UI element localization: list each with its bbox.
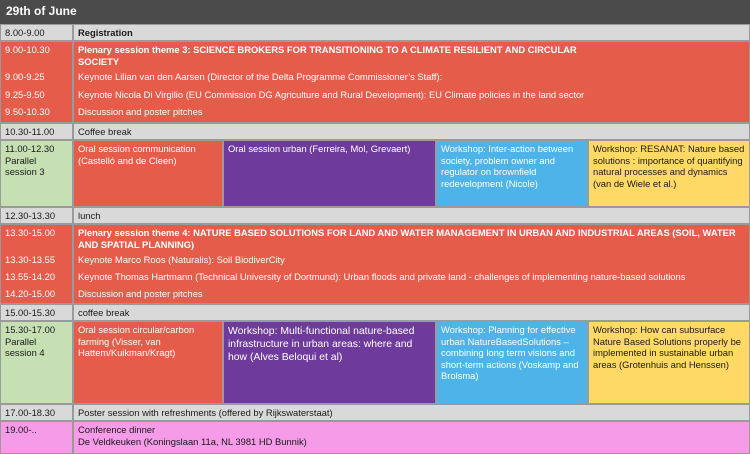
parallel3-workshop-resanat: Workshop: RESANAT: Nature based solution… [588, 140, 750, 207]
keynote2-time: 9.25-9.50 [5, 89, 45, 100]
discussion4-text: Discussion and poster pitches [78, 288, 203, 299]
parallel4-workshop-subsurface: Workshop: How can subsurface Nature Base… [588, 321, 750, 404]
keynote3-text: Keynote Marco Roos (Naturalis): Soil Bio… [78, 254, 285, 265]
keynote2-text: Keynote Nicola Di Virgilio (EU Commissio… [78, 89, 585, 100]
keynote4-time: 13.55-14.20 [5, 271, 56, 282]
poster-session-label: Poster session with refreshments (offere… [73, 404, 750, 421]
parallel4-label: Parallel session 4 [5, 335, 45, 359]
parallel4-session-carbon-farming: Oral session circular/carbon farming (Vi… [73, 321, 223, 404]
dinner-location: De Veldkeuken (Koningslaan 11a, NL 3981 … [78, 435, 307, 447]
page-title: 29th of June [0, 0, 750, 24]
coffee1-label: Coffee break [73, 123, 750, 140]
keynote3-time: 13.30-13.55 [5, 254, 56, 265]
discussion3-time: 9.50-10.30 [5, 106, 50, 117]
plenary3-title: Plenary session theme 3: SCIENCE BROKERS… [78, 44, 577, 67]
plenary4-time: 13.30-15.00 [5, 227, 56, 238]
dinner-title: Conference dinner [78, 424, 156, 435]
plenary4-block: Plenary session theme 4: NATURE BASED SO… [73, 224, 750, 304]
parallel3-time-cell: 11.00-12.30 Parallel session 3 [0, 140, 73, 207]
plenary4-time-column: 13.30-15.00 13.30-13.55 13.55-14.20 14.2… [0, 224, 73, 304]
discussion4-time: 14.20-15.00 [5, 288, 56, 299]
dinner-block: Conference dinner De Veldkeuken (Konings… [73, 421, 750, 454]
plenary4-title: Plenary session theme 4: NATURE BASED SO… [78, 227, 736, 250]
parallel4-time-cell: 15.30-17.00 Parallel session 4 [0, 321, 73, 404]
discussion3-text: Discussion and poster pitches [78, 106, 203, 117]
keynote1-time: 9.00-9.25 [5, 71, 45, 82]
keynote1-text: Keynote Lilian van den Aarsen (Director … [78, 71, 443, 82]
parallel3-workshop-brownfield: Workshop: Inter-action between society, … [436, 140, 588, 207]
time-lunch: 12.30-13.30 [0, 207, 73, 224]
time-coffee1: 10.30-11.00 [0, 123, 73, 140]
time-dinner: 19.00-.. [0, 421, 73, 454]
time-poster: 17.00-18.30 [0, 404, 73, 421]
parallel3-time: 11.00-12.30 [5, 143, 55, 154]
plenary3-time-column: 9.00-10.30 9.00-9.25 9.25-9.50 9.50-10.3… [0, 41, 73, 123]
plenary3-block: Plenary session theme 3: SCIENCE BROKERS… [73, 41, 750, 123]
keynote4-text: Keynote Thomas Hartmann (Technical Unive… [78, 271, 686, 282]
plenary3-time: 9.00-10.30 [5, 44, 50, 55]
parallel4-workshop-infrastructure: Workshop: Multi-functional nature-based … [223, 321, 436, 404]
parallel3-label: Parallel session 3 [5, 154, 45, 178]
time-coffee2: 15.00-15.30 [0, 304, 73, 321]
coffee2-label: coffee break [73, 304, 750, 321]
parallel3-session-urban: Oral session urban (Ferreira, Mol, Greva… [223, 140, 436, 207]
time-registration: 8.00-9.00 [0, 24, 73, 41]
parallel3-session-communication: Oral session communication (Castelló and… [73, 140, 223, 207]
schedule-table: 29th of June 8.00-9.00 Registration 9.00… [0, 0, 750, 454]
parallel4-workshop-planning: Workshop: Planning for effective urban N… [436, 321, 588, 404]
lunch-label: lunch [73, 207, 750, 224]
registration-label: Registration [73, 24, 750, 41]
parallel4-time: 15.30-17.00 [5, 324, 56, 335]
